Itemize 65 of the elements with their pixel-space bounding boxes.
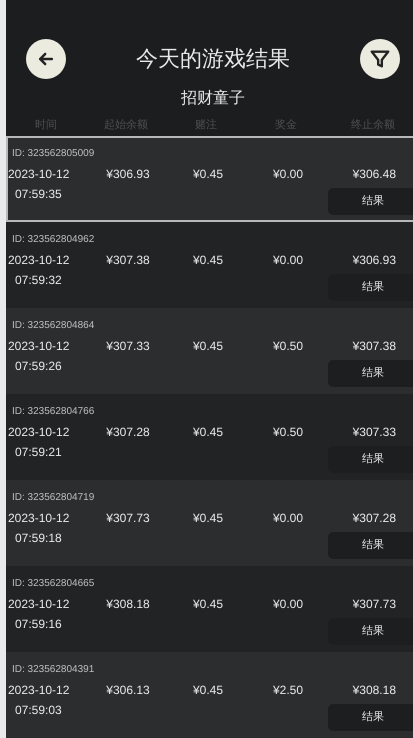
record-id: ID: 323562804962	[11, 233, 94, 247]
time-text: 07:59:35	[14, 186, 62, 203]
bet-amount: ¥0.45	[192, 682, 224, 699]
time-text: 07:59:18	[14, 530, 62, 547]
result-button[interactable]: 结果	[328, 446, 413, 473]
end-balance: ¥306.93	[352, 252, 396, 269]
result-button[interactable]: 结果	[328, 188, 413, 215]
record-id: ID: 323562805009	[11, 147, 94, 161]
date-text: 2023-10-12	[8, 252, 70, 269]
prize-amount: ¥0.00	[272, 510, 304, 527]
prize-amount: ¥0.50	[272, 338, 304, 355]
result-row[interactable]: ID: 323562804665 2023-10-12 07:59:16 ¥308.18 ¥0.45 ¥0.00 ¥307.73 结果	[6, 566, 413, 652]
bet-amount: ¥0.45	[192, 252, 224, 269]
record-id: ID: 323562804766	[11, 405, 94, 419]
date-text: 2023-10-12	[8, 424, 70, 441]
start-balance: ¥306.93	[106, 166, 150, 183]
time-text: 07:59:32	[14, 272, 62, 289]
prize-amount: ¥2.50	[272, 682, 304, 699]
prize-amount: ¥0.50	[272, 424, 304, 441]
end-balance: ¥306.48	[352, 166, 396, 183]
result-button[interactable]: 结果	[328, 618, 413, 645]
end-balance: ¥307.73	[352, 596, 396, 613]
bet-amount: ¥0.45	[192, 510, 224, 527]
result-row[interactable]: ID: 323562804864 2023-10-12 07:59:26 ¥307.33 ¥0.45 ¥0.50 ¥307.38 结果	[6, 308, 413, 394]
end-balance: ¥308.18	[352, 682, 396, 699]
record-id: ID: 323562804665	[11, 577, 94, 591]
result-button[interactable]: 结果	[328, 360, 413, 387]
result-button[interactable]: 结果	[328, 704, 413, 731]
bet-amount: ¥0.45	[192, 596, 224, 613]
date-text: 2023-10-12	[8, 682, 70, 699]
time-text: 07:59:03	[14, 702, 62, 719]
prize-amount: ¥0.00	[272, 596, 304, 613]
date-text: 2023-10-12	[8, 166, 70, 183]
end-balance: ¥307.33	[352, 424, 396, 441]
time-text: 07:59:21	[14, 444, 62, 461]
date-text: 2023-10-12	[8, 338, 70, 355]
result-row[interactable]: ID: 323562804719 2023-10-12 07:59:18 ¥307.73 ¥0.45 ¥0.00 ¥307.28 结果	[6, 480, 413, 566]
result-row[interactable]: ID: 323562804962 2023-10-12 07:59:32 ¥307.38 ¥0.45 ¥0.00 ¥306.93 结果	[6, 222, 413, 308]
start-balance: ¥307.38	[106, 252, 150, 269]
page-title: 今天的游戏结果	[136, 45, 290, 73]
time-text: 07:59:16	[14, 616, 62, 633]
date-text: 2023-10-12	[8, 596, 70, 613]
result-button[interactable]: 结果	[328, 274, 413, 301]
start-balance: ¥307.73	[106, 510, 150, 527]
record-id: ID: 323562804864	[11, 319, 94, 333]
result-button[interactable]: 结果	[328, 532, 413, 559]
game-name: 招财童子	[181, 88, 245, 109]
result-row[interactable]: ID: 323562804766 2023-10-12 07:59:21 ¥307.28 ¥0.45 ¥0.50 ¥307.33 结果	[6, 394, 413, 480]
end-balance: ¥307.28	[352, 510, 396, 527]
record-id: ID: 323562804719	[11, 491, 94, 505]
prize-amount: ¥0.00	[272, 252, 304, 269]
end-balance: ¥307.38	[352, 338, 396, 355]
start-balance: ¥306.13	[106, 682, 150, 699]
prize-amount: ¥0.00	[272, 166, 304, 183]
start-balance: ¥307.33	[106, 338, 150, 355]
bet-amount: ¥0.45	[192, 424, 224, 441]
start-balance: ¥308.18	[106, 596, 150, 613]
date-text: 2023-10-12	[8, 510, 70, 527]
time-text: 07:59:26	[14, 358, 62, 375]
bet-amount: ¥0.45	[192, 338, 224, 355]
start-balance: ¥307.28	[106, 424, 150, 441]
bet-amount: ¥0.45	[192, 166, 224, 183]
result-row[interactable]: ID: 323562805009 2023-10-12 07:59:35 ¥306.93 ¥0.45 ¥0.00 ¥306.48 结果	[6, 136, 413, 222]
record-id: ID: 323562804391	[11, 663, 94, 677]
result-row[interactable]: ID: 323562804391 2023-10-12 07:59:03 ¥306.13 ¥0.45 ¥2.50 ¥308.18 结果	[6, 652, 413, 738]
